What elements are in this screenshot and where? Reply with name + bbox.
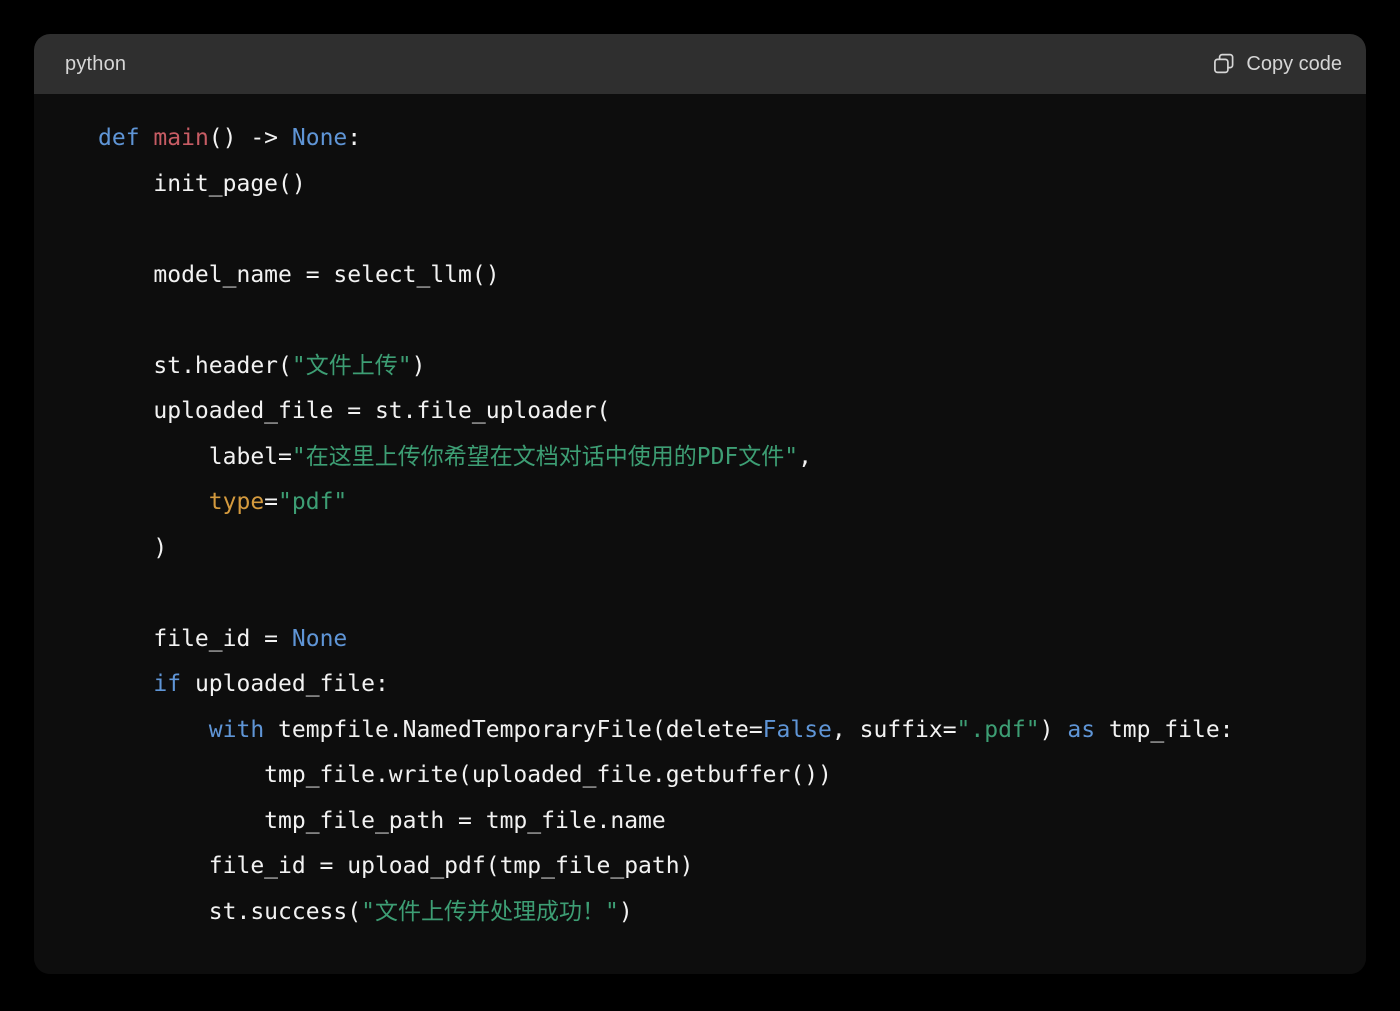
code-line: uploaded_file = st.file_uploader( bbox=[98, 389, 1366, 435]
code-token: type bbox=[209, 489, 264, 515]
code-token: uploaded_file = st.file_uploader( bbox=[98, 398, 610, 424]
code-line: init_page() bbox=[98, 162, 1366, 208]
code-token: : bbox=[347, 125, 361, 151]
code-line: file_id = None bbox=[98, 617, 1366, 663]
code-line bbox=[98, 298, 1366, 344]
code-line: tmp_file.write(uploaded_file.getbuffer()… bbox=[98, 753, 1366, 799]
code-token: file_id = upload_pdf(tmp_file_path) bbox=[98, 853, 693, 879]
code-token: "pdf" bbox=[278, 489, 347, 515]
code-token: , suffix= bbox=[832, 717, 957, 743]
copy-code-label: Copy code bbox=[1246, 54, 1342, 74]
code-line: st.header("文件上传") bbox=[98, 344, 1366, 390]
code-token bbox=[98, 717, 209, 743]
code-line: type="pdf" bbox=[98, 480, 1366, 526]
code-line: label="在这里上传你希望在文档对话中使用的PDF文件", bbox=[98, 435, 1366, 481]
code-token: ) bbox=[619, 899, 633, 925]
code-token: , bbox=[798, 444, 812, 470]
code-line: with tempfile.NamedTemporaryFile(delete=… bbox=[98, 708, 1366, 754]
code-token: uploaded_file: bbox=[181, 671, 389, 697]
code-token: if bbox=[153, 671, 181, 697]
code-token: = bbox=[264, 489, 278, 515]
code-token: tempfile.NamedTemporaryFile(delete= bbox=[264, 717, 763, 743]
code-line bbox=[98, 571, 1366, 617]
code-token bbox=[98, 671, 153, 697]
code-line bbox=[98, 207, 1366, 253]
code-block: python Copy code def main() -> None: ini… bbox=[34, 34, 1366, 974]
code-token: tmp_file: bbox=[1095, 717, 1233, 743]
code-token: ".pdf" bbox=[957, 717, 1040, 743]
code-token: with bbox=[209, 717, 264, 743]
code-token: tmp_file_path = tmp_file.name bbox=[98, 808, 666, 834]
code-token: "在这里上传你希望在文档对话中使用的PDF文件" bbox=[292, 444, 798, 470]
code-token: ) bbox=[1040, 717, 1068, 743]
code-block-header: python Copy code bbox=[34, 34, 1366, 94]
code-token: None bbox=[292, 125, 347, 151]
code-line: def main() -> None: bbox=[98, 116, 1366, 162]
code-line: model_name = select_llm() bbox=[98, 253, 1366, 299]
code-token: None bbox=[292, 626, 347, 652]
copy-code-button[interactable]: Copy code bbox=[1211, 49, 1344, 79]
page-root: python Copy code def main() -> None: ini… bbox=[0, 0, 1400, 1011]
code-token: tmp_file.write(uploaded_file.getbuffer()… bbox=[98, 762, 832, 788]
copy-code-icon bbox=[1213, 53, 1235, 75]
code-token: ) bbox=[98, 535, 167, 561]
code-line: st.success("文件上传并处理成功！") bbox=[98, 890, 1366, 936]
code-token: () -> bbox=[209, 125, 292, 151]
code-token: "文件上传并处理成功！" bbox=[361, 899, 619, 925]
code-token bbox=[98, 489, 209, 515]
code-token: False bbox=[763, 717, 832, 743]
code-token: label= bbox=[98, 444, 292, 470]
code-token: main bbox=[153, 125, 208, 151]
code-token: as bbox=[1067, 717, 1095, 743]
code-line: file_id = upload_pdf(tmp_file_path) bbox=[98, 844, 1366, 890]
code-content[interactable]: def main() -> None: init_page() model_na… bbox=[34, 116, 1366, 935]
code-token: "文件上传" bbox=[292, 353, 412, 379]
code-line: if uploaded_file: bbox=[98, 662, 1366, 708]
code-body: def main() -> None: init_page() model_na… bbox=[34, 94, 1366, 974]
code-language-label: python bbox=[65, 54, 126, 74]
code-token: st.header( bbox=[98, 353, 292, 379]
code-token: model_name = select_llm() bbox=[98, 262, 500, 288]
code-token: file_id = bbox=[98, 626, 292, 652]
code-token: def bbox=[98, 125, 140, 151]
code-token: ) bbox=[412, 353, 426, 379]
code-token: init_page() bbox=[98, 171, 306, 197]
code-token bbox=[140, 125, 154, 151]
code-line: tmp_file_path = tmp_file.name bbox=[98, 799, 1366, 845]
code-line: ) bbox=[98, 526, 1366, 572]
code-token: st.success( bbox=[98, 899, 361, 925]
